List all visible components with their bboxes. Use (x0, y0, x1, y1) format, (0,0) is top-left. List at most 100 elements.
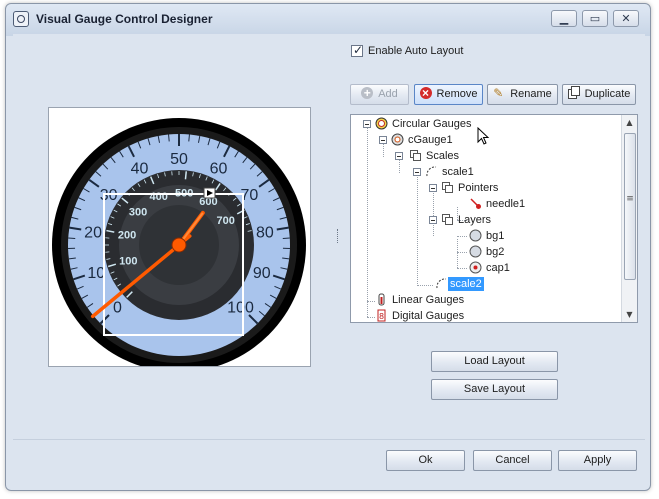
add-icon (361, 84, 374, 103)
scroll-up-icon[interactable]: ▲ (622, 115, 637, 130)
outer-scale-label: 10 (87, 265, 105, 282)
tree-node-needle1[interactable]: needle1 (351, 196, 623, 212)
collapse-icon[interactable] (395, 152, 403, 160)
folder-icon (442, 182, 453, 193)
digital-gauge-icon: 8 (377, 309, 386, 322)
svg-text:8: 8 (379, 312, 384, 321)
window-title: Visual Gauge Control Designer (36, 12, 213, 26)
inner-scale-label: 300 (129, 206, 147, 218)
maximize-icon: ▭ (589, 12, 601, 25)
scale-icon (426, 166, 437, 177)
maximize-button[interactable]: ▭ (582, 10, 608, 27)
needle-icon (470, 198, 481, 209)
tree-node-scales[interactable]: Scales (351, 148, 623, 164)
tree-node-cap1[interactable]: cap1 (351, 260, 623, 276)
cancel-button[interactable]: Cancel (473, 450, 552, 471)
add-button-label: Add (378, 88, 398, 100)
close-button[interactable]: ✕ (613, 10, 639, 27)
collapse-icon[interactable] (379, 136, 387, 144)
needle-cap (171, 237, 187, 253)
cap-icon (469, 261, 482, 274)
layer-icon (469, 245, 482, 258)
minimize-icon: ▁ (559, 12, 569, 25)
collapse-icon[interactable] (429, 216, 437, 224)
outer-scale-label: 90 (253, 265, 271, 282)
rename-button-label: Rename (510, 88, 552, 100)
apply-button[interactable]: Apply (558, 450, 637, 471)
outer-scale-label: 60 (210, 160, 228, 177)
gauge-canvas[interactable]: 0102030405060708090100100200300400 500600… (49, 108, 310, 366)
folder-icon (442, 214, 453, 225)
app-icon (13, 11, 29, 27)
duplicate-button[interactable]: Duplicate (562, 84, 636, 105)
collapse-icon[interactable] (413, 168, 421, 176)
tree-node-label: scale2 (448, 277, 484, 291)
scroll-thumb[interactable] (624, 133, 636, 280)
tree-node-label: scale1 (442, 166, 474, 178)
tree-node-layers[interactable]: Layers (351, 212, 623, 228)
linear-gauge-icon (378, 293, 385, 306)
auto-layout-label: Enable Auto Layout (368, 45, 464, 57)
circular-gauge-icon (375, 117, 388, 130)
outer-scale-tick (168, 134, 170, 142)
rename-icon (493, 84, 505, 103)
tree-node-label: cGauge1 (408, 134, 453, 146)
tree-node-label: Digital Gauges (392, 310, 465, 322)
gauge-element-tree[interactable]: Circular Gauges cGauge1 Scales scale1 Po… (350, 114, 638, 323)
inner-scale-label: 100 (119, 255, 137, 267)
inner-scale-label: 200 (118, 230, 136, 242)
outer-scale-tick (188, 134, 190, 142)
outer-scale-label: 80 (256, 224, 274, 241)
outer-scale-label: 40 (131, 160, 149, 177)
scale-icon (436, 278, 447, 289)
tree-node-label: bg1 (486, 230, 505, 242)
ok-button[interactable]: Ok (386, 450, 465, 471)
tree-node-label: Pointers (458, 182, 499, 194)
tree-node-label: Layers (458, 214, 492, 226)
tree-scrollbar[interactable]: ▲ ▼ (621, 115, 637, 322)
tree-node-bg2[interactable]: bg2 (351, 244, 623, 260)
outer-scale-label: 50 (170, 151, 188, 168)
rename-button[interactable]: Rename (487, 84, 558, 105)
duplicate-icon (567, 86, 580, 99)
tree-node-bg1[interactable]: bg1 (351, 228, 623, 244)
footer-divider (13, 439, 645, 440)
tree-node-linear-gauges[interactable]: Linear Gauges (351, 292, 623, 308)
tree-node-label: Linear Gauges (392, 294, 465, 306)
outer-scale-label: 20 (84, 224, 102, 241)
mouse-cursor-icon (477, 127, 490, 145)
outer-scale-label: 100 (227, 300, 254, 317)
checkmark-icon: ✓ (353, 43, 364, 57)
designer-window: Visual Gauge Control Designer ▁ ▭ ✕ 0 10 2… (5, 3, 651, 491)
save-layout-button[interactable]: Save Layout (431, 379, 558, 400)
tree-node-label: Circular Gauges (392, 118, 472, 130)
collapse-icon[interactable] (429, 184, 437, 192)
folder-icon (410, 150, 421, 161)
remove-button-label: Remove (436, 88, 478, 100)
remove-icon (419, 84, 432, 103)
tree-node-label: bg2 (486, 246, 505, 258)
gauge-preview[interactable]: 0 10 20 30 40 50 60 70 80 90 100 100 200 300 400 500 600… (48, 107, 311, 367)
tree-node-label: cap1 (486, 262, 510, 274)
collapse-icon[interactable] (363, 120, 371, 128)
remove-button[interactable]: Remove (414, 84, 483, 105)
splitter-handle[interactable] (337, 229, 341, 243)
auto-layout-checkbox[interactable]: ✓ (351, 43, 364, 57)
inner-scale-tick (184, 171, 187, 180)
tree-node-label: Scales (426, 150, 460, 162)
close-icon: ✕ (621, 12, 631, 25)
layer-icon (469, 229, 482, 242)
tree-node-scale2[interactable]: scale2 (351, 276, 623, 292)
gauge-icon (391, 133, 404, 146)
duplicate-button-label: Duplicate (584, 88, 631, 100)
tree-node-digital-gauges[interactable]: 8 Digital Gauges (351, 308, 623, 322)
inner-scale-label: 700 (217, 215, 235, 227)
inner-scale-label: 400 (150, 191, 168, 203)
load-layout-button[interactable]: Load Layout (431, 351, 558, 372)
scroll-down-icon[interactable]: ▼ (622, 307, 637, 322)
minimize-button[interactable]: ▁ (551, 10, 577, 27)
tree-node-pointers[interactable]: Pointers (351, 180, 623, 196)
tree-node-scale1[interactable]: scale1 (351, 164, 623, 180)
add-button[interactable]: Add (350, 84, 409, 105)
dialog-content: 0 10 20 30 40 50 60 70 80 90 100 100 200 300 400 500 600… (13, 34, 645, 482)
